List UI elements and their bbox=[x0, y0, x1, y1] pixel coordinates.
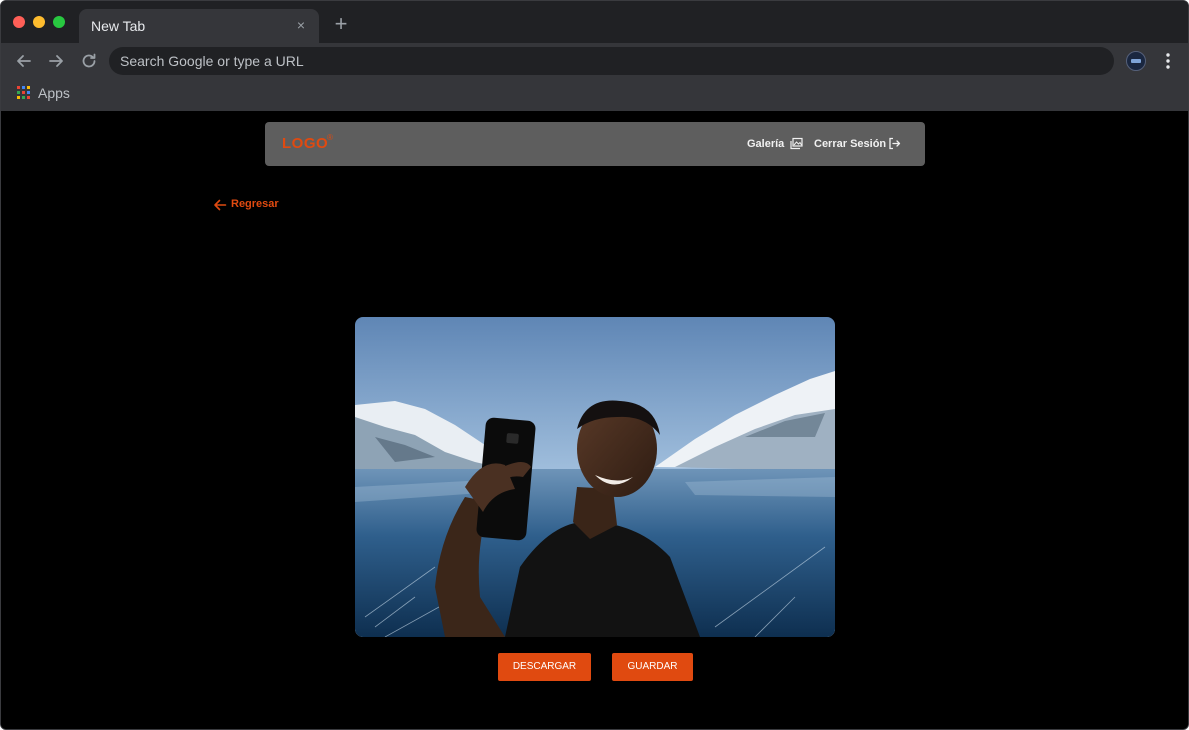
address-bar-placeholder: Search Google or type a URL bbox=[120, 53, 304, 69]
download-button[interactable]: DESCARGAR bbox=[498, 653, 591, 681]
image-gallery-icon[interactable] bbox=[790, 137, 803, 150]
tab-title: New Tab bbox=[91, 18, 146, 34]
reload-icon bbox=[82, 53, 96, 68]
edited-photo bbox=[355, 317, 835, 637]
app-header: LOGO ® Galería Cerrar Sesión bbox=[265, 122, 925, 166]
logo[interactable]: LOGO bbox=[282, 135, 328, 152]
kebab-menu-icon[interactable] bbox=[1159, 51, 1177, 71]
tab-strip: New Tab × + bbox=[1, 1, 1188, 43]
close-window-button[interactable] bbox=[13, 16, 25, 28]
bookmarks-bar: Apps bbox=[1, 79, 1188, 111]
page-content: LOGO ® Galería Cerrar Sesión Regresar DE… bbox=[1, 111, 1188, 729]
minimize-window-button[interactable] bbox=[33, 16, 45, 28]
apps-grid-icon[interactable] bbox=[17, 86, 31, 100]
tab-close-icon[interactable]: × bbox=[293, 17, 309, 33]
apps-bookmark[interactable]: Apps bbox=[38, 85, 70, 101]
back-button[interactable] bbox=[14, 51, 34, 71]
gallery-link[interactable]: Galería bbox=[747, 138, 784, 150]
logout-icon[interactable] bbox=[888, 137, 901, 150]
logo-mark: ® bbox=[327, 133, 333, 142]
reload-button[interactable] bbox=[79, 51, 99, 71]
new-tab-button[interactable]: + bbox=[331, 13, 351, 35]
maximize-window-button[interactable] bbox=[53, 16, 65, 28]
address-bar[interactable]: Search Google or type a URL bbox=[109, 47, 1114, 75]
arrow-right-icon bbox=[49, 55, 63, 67]
back-label: Regresar bbox=[231, 198, 279, 210]
tab-new-tab[interactable]: New Tab × bbox=[79, 9, 319, 43]
browser-window: New Tab × + Search Google or type a URL bbox=[0, 0, 1189, 730]
forward-button[interactable] bbox=[46, 51, 66, 71]
profile-avatar-icon[interactable] bbox=[1126, 51, 1146, 71]
arrow-left-icon bbox=[17, 55, 31, 67]
browser-toolbar: Search Google or type a URL bbox=[1, 43, 1188, 79]
logout-link[interactable]: Cerrar Sesión bbox=[814, 138, 886, 150]
save-button[interactable]: GUARDAR bbox=[612, 653, 693, 681]
arrow-left-icon bbox=[213, 198, 227, 212]
